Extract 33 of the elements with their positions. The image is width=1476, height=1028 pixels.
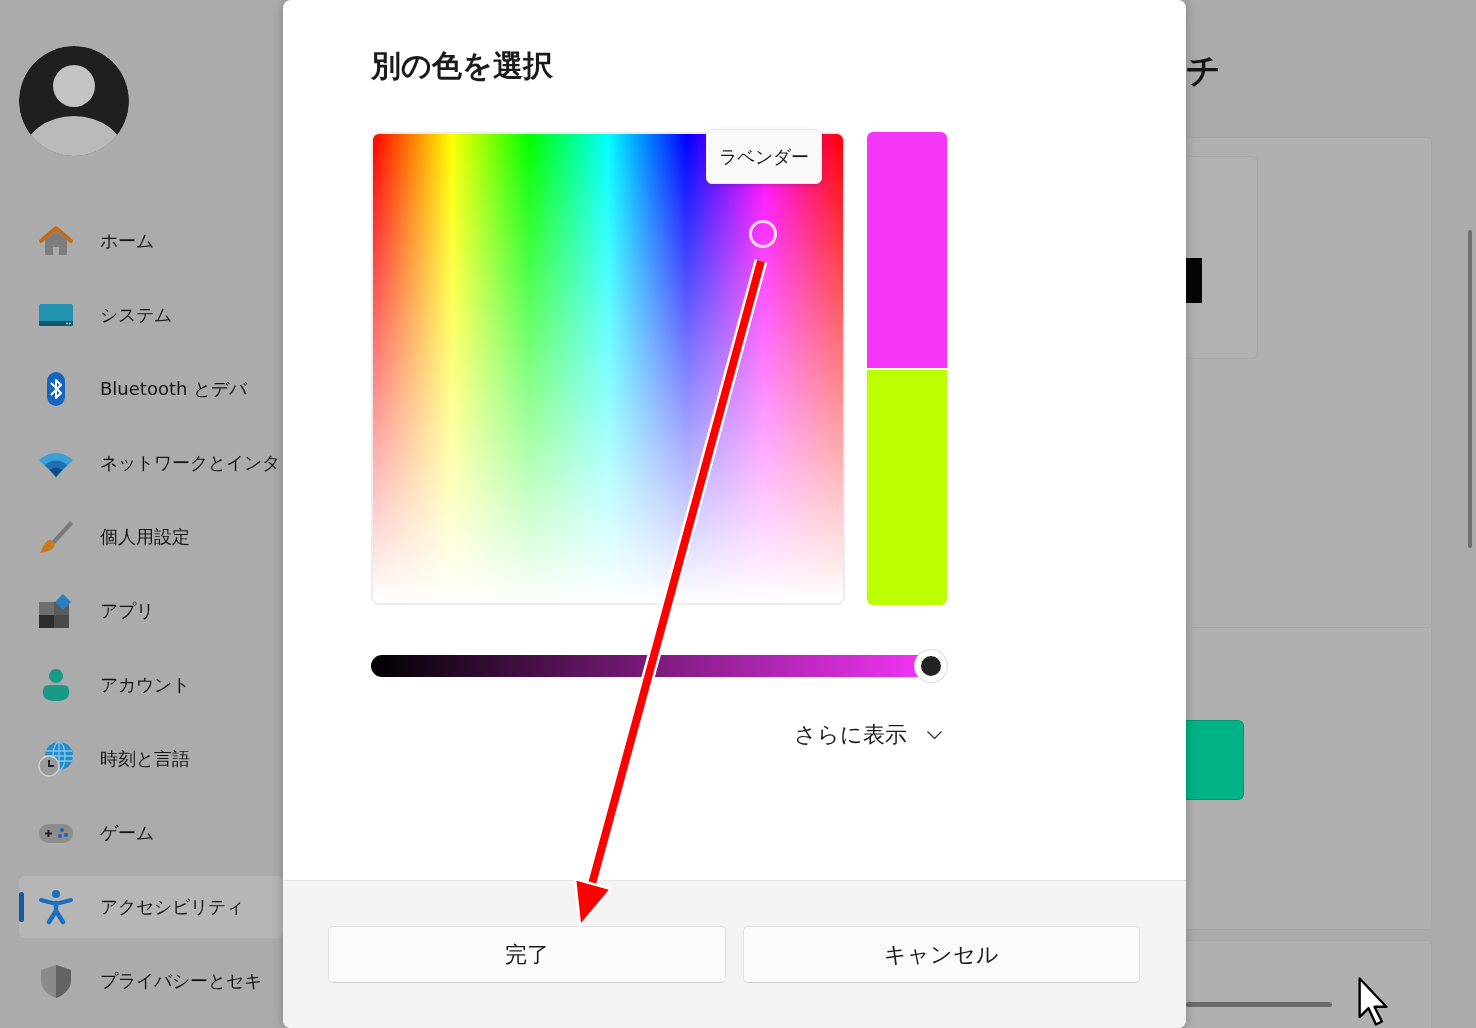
sidebar-nav-item[interactable]: アプリ: [19, 580, 283, 642]
show-more-button[interactable]: さらに表示: [794, 720, 947, 750]
sidebar-nav-item[interactable]: アクセシビリティ: [19, 876, 283, 938]
sidebar-nav-item[interactable]: ゲーム: [19, 802, 283, 864]
sidebar-nav-item[interactable]: アカウント: [19, 654, 283, 716]
color-picker-handle[interactable]: [749, 220, 778, 249]
sidebar-nav-item[interactable]: プライバシーとセキ: [19, 950, 283, 1012]
sidebar-nav-item[interactable]: ネットワークとインタ: [19, 432, 283, 494]
slider-thumb[interactable]: [915, 650, 947, 682]
done-button[interactable]: 完了: [328, 926, 726, 983]
shield-icon: [38, 963, 74, 999]
sidebar-nav-item[interactable]: 個人用設定: [19, 506, 283, 568]
avatar-icon: [19, 46, 129, 156]
slider-track[interactable]: [1186, 1002, 1332, 1007]
globe-clock-icon: [38, 741, 74, 777]
accent-button[interactable]: [1186, 720, 1244, 800]
value-slider-track[interactable]: [371, 650, 947, 682]
sidebar-nav-item[interactable]: ホーム: [19, 210, 283, 272]
page-heading: チ: [1186, 50, 1221, 90]
sidebar-nav-item[interactable]: システム: [19, 284, 283, 346]
paintbrush-icon: [38, 519, 74, 555]
sidebar-nav-item[interactable]: 時刻と言語: [19, 728, 283, 790]
scrollbar-thumb[interactable]: [1468, 230, 1472, 548]
mouse-pointer-icon: [1358, 977, 1388, 1026]
color-spectrum[interactable]: ラベンダー: [371, 132, 845, 605]
selection-indicator: [19, 892, 24, 922]
sidebar-nav-item[interactable]: Bluetooth とデバ: [19, 358, 283, 420]
color-name-tooltip: ラベンダー: [706, 129, 822, 184]
dialog-title: 別の色を選択: [371, 48, 553, 84]
cancel-button[interactable]: キャンセル: [742, 926, 1140, 983]
chevron-down-icon: [927, 731, 942, 739]
apps-grid-icon: [38, 593, 74, 629]
accessibility-icon: [38, 889, 74, 925]
